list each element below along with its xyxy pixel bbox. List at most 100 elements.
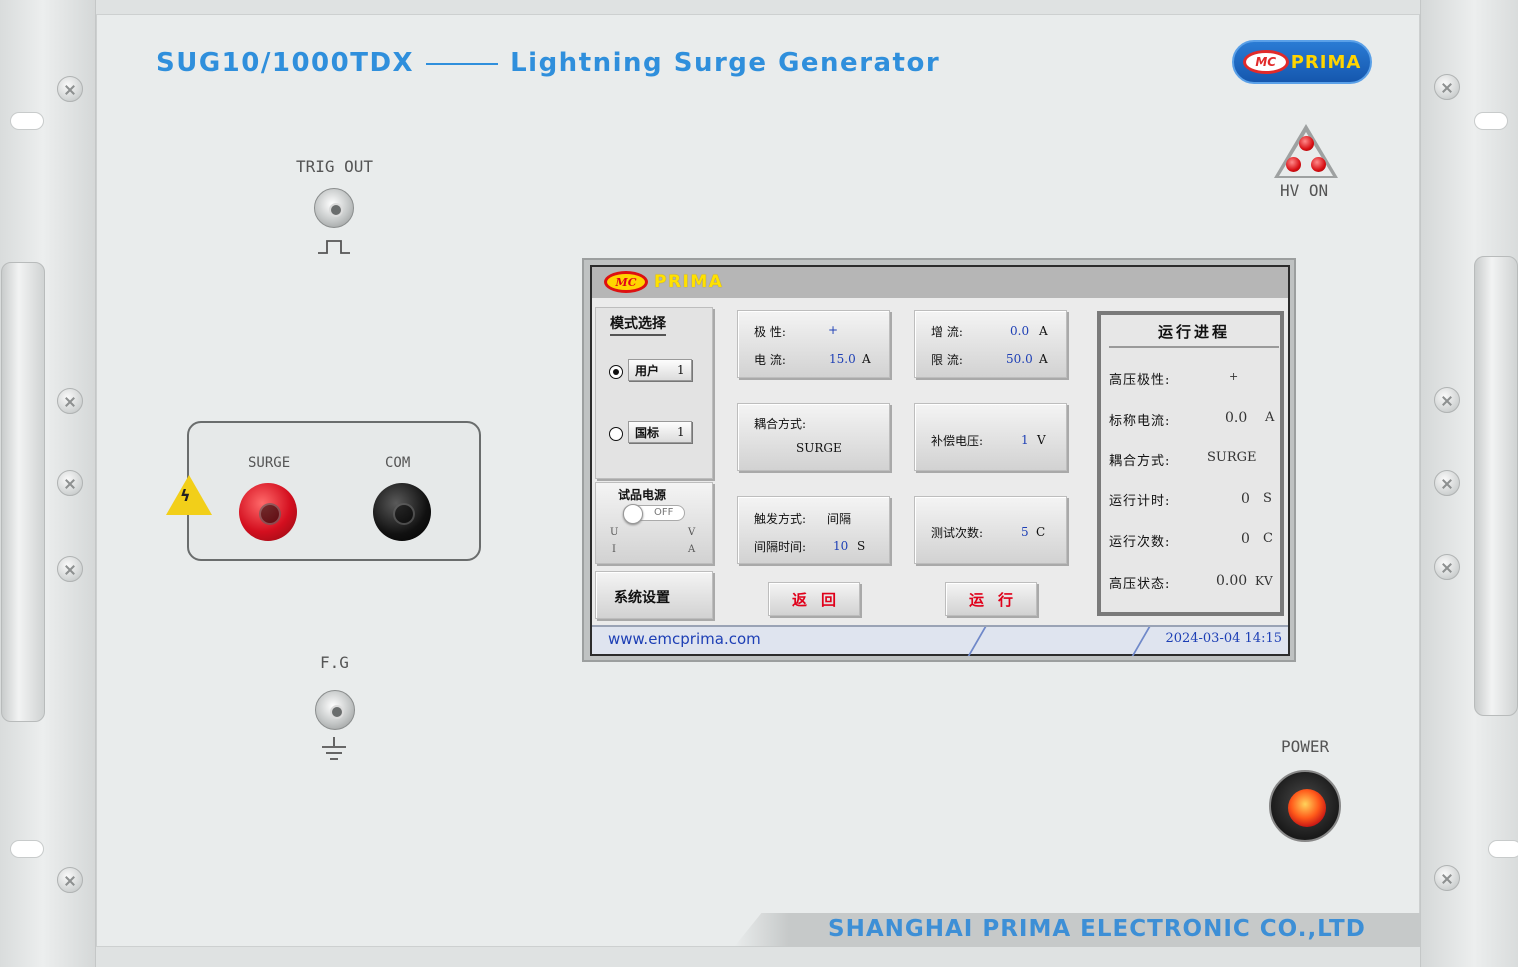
- mode-title: 模式选择: [610, 313, 666, 336]
- title-separator: [426, 62, 499, 65]
- trig-out-label: TRIG OUT: [296, 157, 374, 176]
- screw: [57, 470, 83, 496]
- hv-status-value: 0.00: [1216, 573, 1248, 589]
- trigger-tile[interactable]: 触发方式: 间隔 间隔时间: 10 S: [737, 496, 890, 564]
- compensation-value: 1: [1021, 433, 1029, 447]
- lightning-bolt-icon: ϟ: [180, 486, 191, 505]
- increment-value: 0.0: [1010, 324, 1030, 338]
- product-name: Lightning Surge Generator: [510, 48, 941, 78]
- surge-terminal[interactable]: [239, 483, 297, 541]
- std-mode-value: 1: [677, 425, 685, 439]
- coupling-tile[interactable]: 耦合方式: SURGE: [737, 403, 890, 471]
- toggle-text: OFF: [654, 507, 674, 518]
- current-unit: A: [688, 544, 696, 555]
- coupling-value: SURGE: [796, 441, 842, 455]
- back-button[interactable]: 返回: [768, 582, 860, 616]
- interval-value: 10: [833, 539, 849, 553]
- trigger-value: 间隔: [827, 512, 852, 526]
- sample-power-title: 试品电源: [618, 488, 667, 502]
- run-timer-value: 0: [1241, 491, 1250, 507]
- screw: [57, 76, 83, 102]
- progress-title: 运行进程: [1109, 321, 1279, 348]
- standard-mode-button[interactable]: 国标 1: [628, 421, 692, 443]
- ground-terminal[interactable]: [315, 690, 355, 730]
- emc-logo-mark: MC: [1242, 50, 1289, 74]
- test-count-unit: C: [1036, 525, 1046, 539]
- limit-value: 50.0: [1006, 352, 1033, 366]
- interval-unit: S: [857, 539, 866, 553]
- nominal-current-unit: A: [1265, 410, 1275, 425]
- power-button[interactable]: [1269, 770, 1341, 842]
- com-terminal[interactable]: [373, 483, 431, 541]
- mode-user-radio[interactable]: [609, 365, 623, 379]
- user-mode-button[interactable]: 用户 1: [628, 359, 692, 381]
- brand-logo: MC PRIMA: [1232, 40, 1372, 84]
- company-name: SHANGHAI PRIMA ELECTRONIC CO.,LTD: [828, 916, 1366, 942]
- limit-unit: A: [1039, 352, 1048, 366]
- test-count-value: 5: [1021, 525, 1029, 539]
- coupling-label: 耦合方式:: [754, 417, 807, 431]
- power-icon: [1288, 789, 1326, 827]
- trig-out-connector[interactable]: [314, 188, 354, 228]
- interval-label: 间隔时间:: [754, 540, 807, 554]
- current-label: 电 流:: [754, 353, 786, 367]
- run-button[interactable]: 运行: [945, 582, 1037, 616]
- polarity-value: +: [828, 323, 839, 337]
- trigger-pulse-icon: [318, 240, 350, 254]
- screw: [57, 556, 83, 582]
- system-settings-button[interactable]: 系统设置: [595, 571, 713, 619]
- voltage-u-label: U: [610, 527, 619, 538]
- user-mode-label: 用户: [635, 363, 660, 378]
- right-handle: [1474, 256, 1518, 716]
- prima-logo-text: PRIMA: [1290, 51, 1362, 73]
- mount-slot: [10, 840, 44, 858]
- screw: [1434, 387, 1460, 413]
- voltage-unit: V: [688, 527, 696, 538]
- mode-std-radio[interactable]: [609, 427, 623, 441]
- test-count-tile[interactable]: 测试次数: 5 C: [914, 496, 1067, 564]
- hv-led: [1286, 157, 1301, 172]
- compensation-unit: V: [1037, 433, 1046, 447]
- hv-indicator-icon: [1274, 124, 1338, 178]
- nominal-current-label: 标称电流:: [1109, 414, 1171, 429]
- coupling-mode-label: 耦合方式:: [1109, 454, 1171, 469]
- increment-limit-tile[interactable]: 增 流: 0.0 A 限 流: 50.0 A: [914, 310, 1067, 378]
- screen-header: MC PRIMA: [592, 267, 1288, 298]
- trigger-label: 触发方式:: [754, 512, 807, 526]
- increment-unit: A: [1039, 324, 1048, 338]
- mount-slot: [1474, 112, 1508, 130]
- run-progress-panel: 运行进程 高压极性: + 标称电流: 0.0 A 耦合方式: SURGE 运行计…: [1097, 311, 1284, 616]
- test-count-label: 测试次数:: [931, 526, 984, 540]
- status-divider: [967, 627, 987, 656]
- output-terminal-box: [187, 421, 481, 561]
- hv-polarity-value: +: [1229, 370, 1239, 383]
- sample-power-panel: 试品电源 OFF U V I A: [595, 482, 713, 564]
- screw: [1434, 554, 1460, 580]
- limit-label: 限 流:: [931, 353, 963, 367]
- hv-status-label: 高压状态:: [1109, 577, 1171, 592]
- surge-label: SURGE: [248, 455, 291, 471]
- left-handle: [1, 262, 45, 722]
- polarity-label: 极 性:: [754, 325, 786, 339]
- screw: [57, 388, 83, 414]
- com-label: COM: [385, 455, 411, 471]
- hv-led: [1299, 136, 1314, 151]
- compensation-voltage-tile[interactable]: 补偿电压: 1 V: [914, 403, 1067, 471]
- sample-power-toggle[interactable]: OFF: [623, 504, 685, 524]
- screen-emc-mark: MC: [604, 271, 648, 293]
- run-count-unit: C: [1263, 531, 1273, 546]
- hv-status-unit: KV: [1255, 574, 1273, 588]
- std-mode-label: 国标: [635, 425, 660, 440]
- nominal-current-value: 0.0: [1225, 410, 1248, 426]
- website-url: www.emcprima.com: [608, 630, 761, 648]
- run-timer-label: 运行计时:: [1109, 494, 1171, 509]
- polarity-current-tile[interactable]: 极 性: + 电 流: 15.0 A: [737, 310, 890, 378]
- screw: [1434, 865, 1460, 891]
- page-title: SUG10/1000TDX Lightning Surge Generator: [156, 48, 940, 78]
- coupling-mode-value: SURGE: [1207, 450, 1257, 465]
- screw: [57, 867, 83, 893]
- increment-label: 增 流:: [931, 325, 963, 339]
- current-unit-a: A: [862, 352, 871, 366]
- screen-logo: MC PRIMA: [604, 271, 723, 293]
- hv-led: [1311, 157, 1326, 172]
